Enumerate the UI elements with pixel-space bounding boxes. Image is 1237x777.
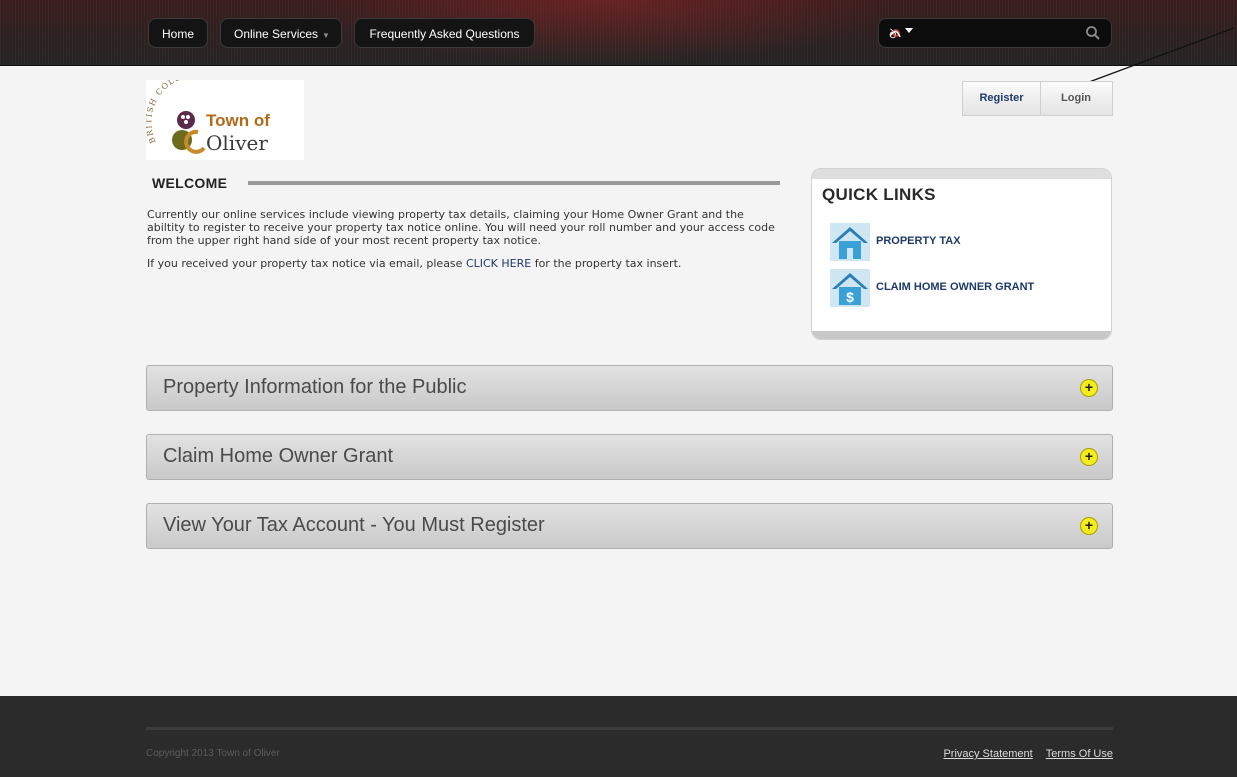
plus-icon[interactable]: + <box>1080 448 1098 466</box>
plus-icon[interactable]: + <box>1080 517 1098 535</box>
welcome-para2-after: for the property tax insert. <box>531 257 682 270</box>
copyright-text: Copyright 2013 Town of Oliver <box>146 748 280 759</box>
login-button[interactable]: Login <box>1040 82 1112 115</box>
quick-links-top-strip <box>812 169 1111 179</box>
translate-icon[interactable]: ꝺ <box>887 25 915 43</box>
accordion-title: View Your Tax Account - You Must Registe… <box>163 514 545 536</box>
quick-link-label: CLAIM HOME OWNER GRANT <box>876 281 1035 293</box>
terms-of-use-link[interactable]: Terms Of Use <box>1046 748 1113 760</box>
top-navigation-bar: Home Online Services ▼ Frequently Asked Q… <box>0 0 1237 66</box>
accordion-title: Property Information for the Public <box>163 376 467 398</box>
welcome-paragraph-1: Currently our online services include vi… <box>147 208 775 247</box>
house-icon <box>830 223 870 261</box>
nav-online-services-button[interactable]: Online Services ▼ <box>220 18 342 48</box>
house-dollar-icon: $ <box>830 269 870 307</box>
welcome-para2-before: If you received your property tax notice… <box>147 257 466 270</box>
accordion-property-information[interactable]: Property Information for the Public + <box>146 365 1113 411</box>
logo-line2: Oliver <box>206 131 268 155</box>
privacy-statement-link[interactable]: Privacy Statement <box>943 748 1032 760</box>
welcome-divider <box>248 181 780 185</box>
quick-link-property-tax[interactable]: PROPERTY TAX <box>830 223 1100 261</box>
accordion-title: Claim Home Owner Grant <box>163 445 394 467</box>
logo-line1: Town of <box>206 111 270 130</box>
quick-link-label: PROPERTY TAX <box>876 235 961 247</box>
accordion-claim-home-owner-grant[interactable]: Claim Home Owner Grant + <box>146 434 1113 480</box>
welcome-text: Currently our online services include vi… <box>147 208 777 280</box>
welcome-paragraph-2: If you received your property tax notice… <box>147 257 777 270</box>
svg-text:$: $ <box>846 289 854 305</box>
plus-icon[interactable]: + <box>1080 379 1098 397</box>
chevron-down-icon: ▼ <box>322 31 330 40</box>
search-input[interactable] <box>923 23 1077 45</box>
page-footer: Copyright 2013 Town of Oliver Privacy St… <box>0 696 1237 777</box>
footer-links: Privacy Statement Terms Of Use <box>933 748 1113 760</box>
accordion-view-tax-account[interactable]: View Your Tax Account - You Must Registe… <box>146 503 1113 549</box>
town-logo[interactable]: BRITISH COLUMBIA Town of Oliver <box>144 69 304 160</box>
nav-home-button[interactable]: Home <box>148 18 208 48</box>
register-button[interactable]: Register <box>963 82 1041 115</box>
nav-online-services-label: Online Services <box>234 27 319 41</box>
quick-links-bottom-strip <box>812 331 1111 339</box>
magnifier-icon[interactable] <box>1085 25 1101 41</box>
quick-link-home-owner-grant[interactable]: $ CLAIM HOME OWNER GRANT <box>830 269 1100 307</box>
footer-divider <box>146 727 1113 730</box>
quick-links-panel: QUICK LINKS PROPERTY TAX $ CLAIM HOME OW… <box>811 168 1112 340</box>
auth-box: Register Login <box>962 81 1113 116</box>
click-here-link[interactable]: CLICK HERE <box>466 257 531 270</box>
welcome-heading: WELCOME <box>152 175 228 191</box>
nav-faq-button[interactable]: Frequently Asked Questions <box>354 18 535 48</box>
search-box: ꝺ <box>878 18 1112 48</box>
quick-links-title: QUICK LINKS <box>822 185 936 204</box>
